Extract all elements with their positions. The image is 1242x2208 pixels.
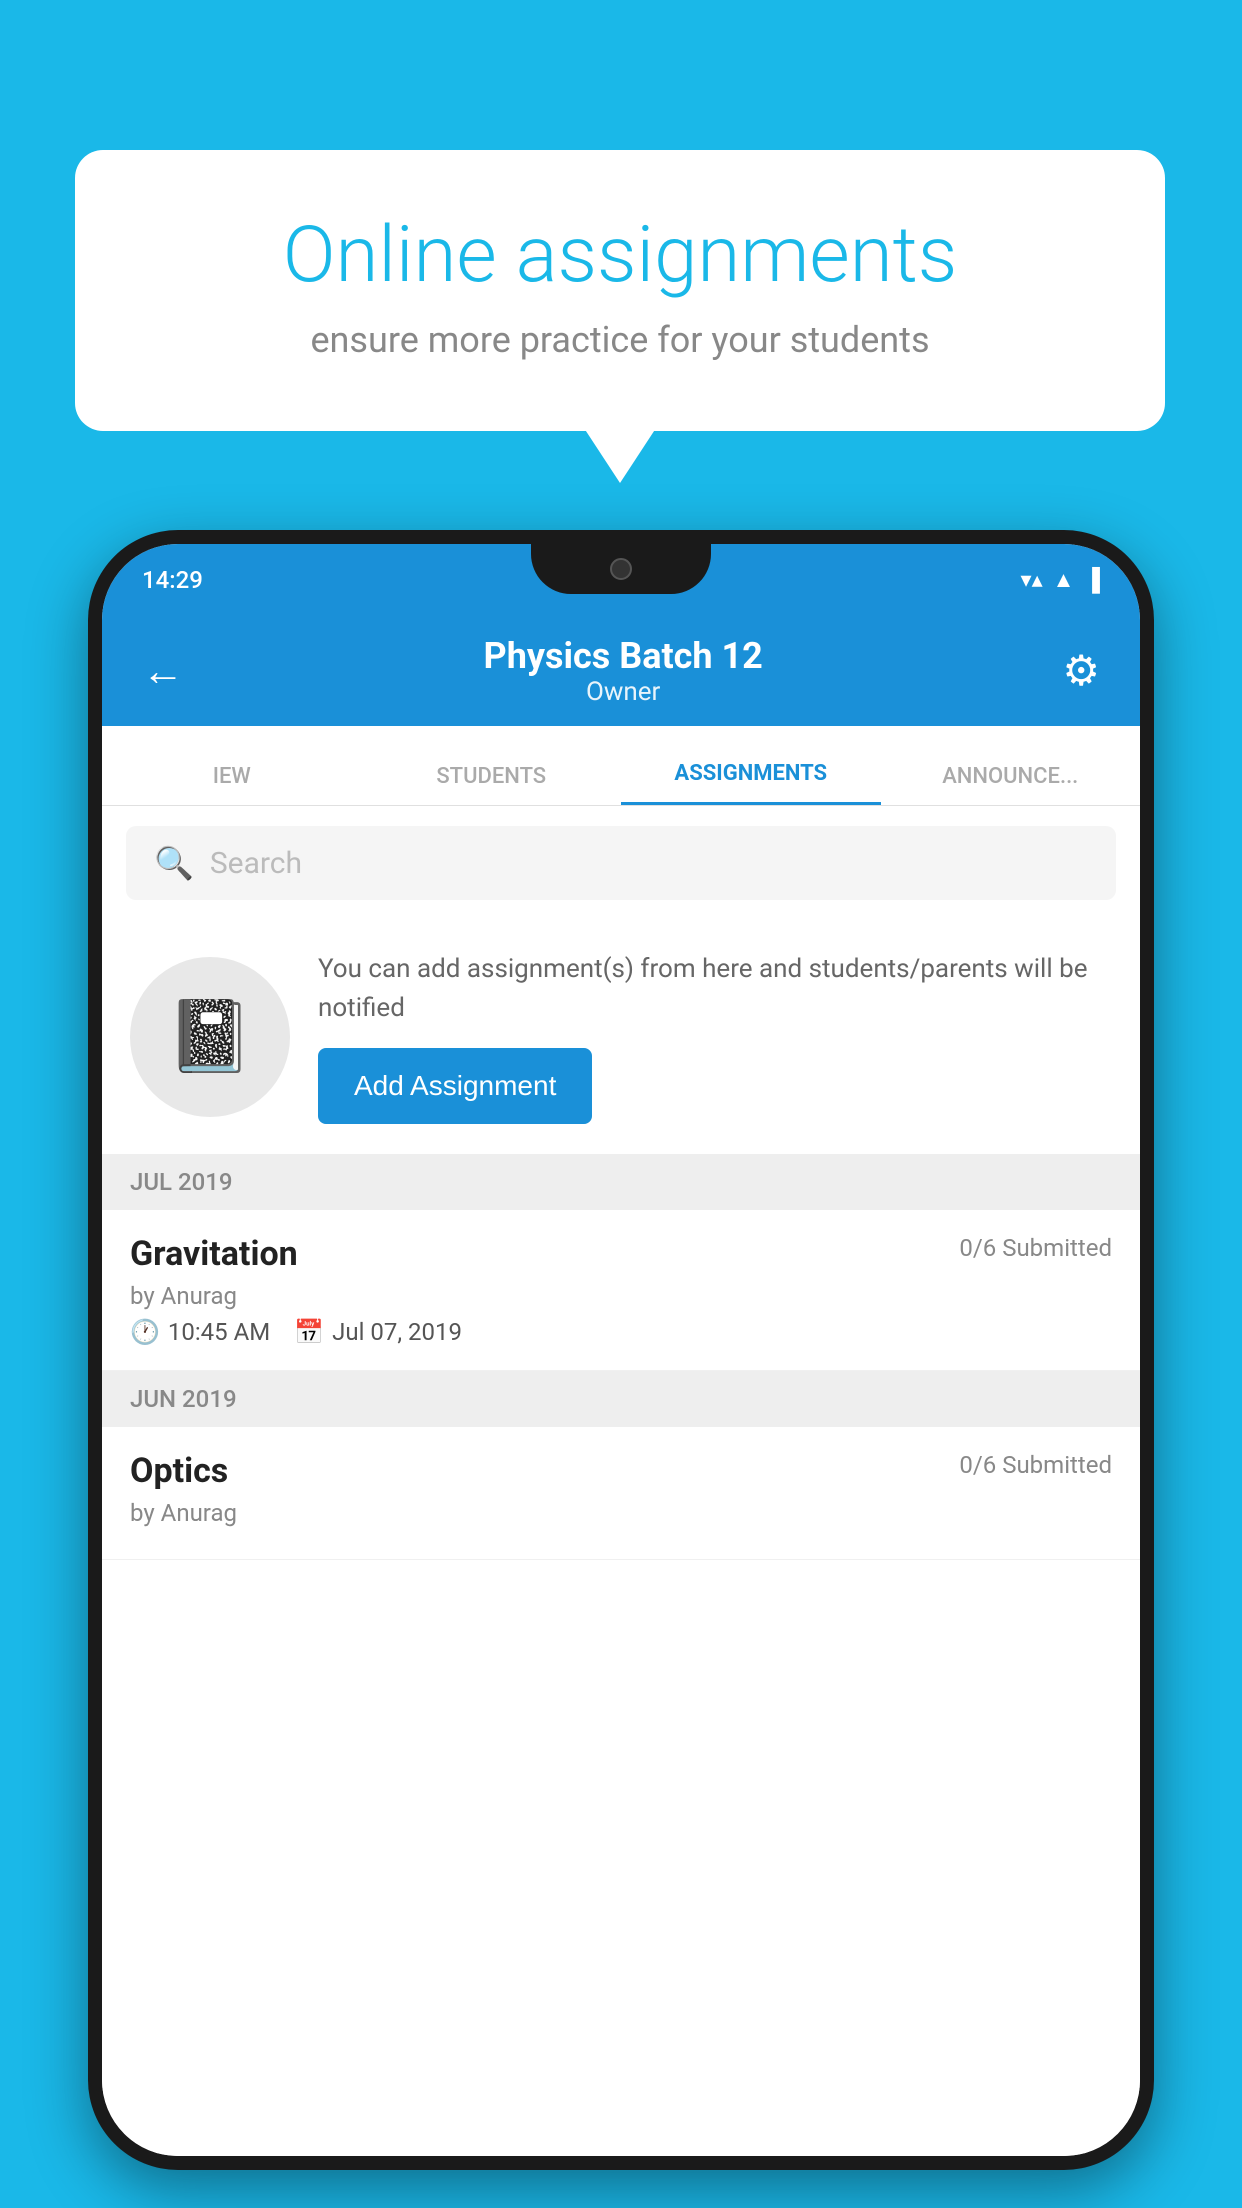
assignment-meta-gravitation: 🕐 10:45 AM 📅 Jul 07, 2019 [130, 1318, 1112, 1346]
assignment-name-gravitation: Gravitation [130, 1234, 298, 1274]
assignment-by-gravitation: by Anurag [130, 1282, 1112, 1310]
phone-notch [531, 544, 711, 594]
content-area: 🔍 Search 📓 You can add assignment(s) fro… [102, 806, 1140, 2156]
tab-announcements[interactable]: ANNOUNCE... [881, 764, 1141, 805]
back-button[interactable]: ← [142, 647, 184, 696]
app-header: ← Physics Batch 12 Owner ⚙ [102, 616, 1140, 726]
section-jul-2019: JUL 2019 [102, 1154, 1140, 1210]
header-title: Physics Batch 12 [484, 635, 763, 677]
assignment-optics[interactable]: Optics 0/6 Submitted by Anurag [102, 1427, 1140, 1560]
status-bar: 14:29 ▾▴ ▲ ▐ [102, 544, 1140, 616]
header-title-block: Physics Batch 12 Owner [484, 635, 763, 707]
clock-icon: 🕐 [130, 1318, 160, 1346]
assignment-date-gravitation: 📅 Jul 07, 2019 [294, 1318, 462, 1346]
phone-camera [610, 558, 632, 580]
notebook-icon: 📓 [166, 996, 253, 1078]
assignment-date-text: Jul 07, 2019 [332, 1318, 462, 1346]
signal-icon: ▲ [1053, 567, 1075, 593]
status-time: 14:29 [142, 566, 203, 594]
assignment-submitted-optics: 0/6 Submitted [959, 1451, 1112, 1479]
calendar-icon: 📅 [294, 1318, 324, 1346]
assignment-gravitation[interactable]: Gravitation 0/6 Submitted by Anurag 🕐 10… [102, 1210, 1140, 1371]
wifi-icon: ▾▴ [1021, 568, 1043, 593]
search-placeholder: Search [210, 846, 302, 881]
tab-students[interactable]: STUDENTS [362, 764, 622, 805]
speech-bubble-container: Online assignments ensure more practice … [75, 150, 1165, 431]
search-bar[interactable]: 🔍 Search [126, 826, 1116, 900]
status-icons: ▾▴ ▲ ▐ [1021, 567, 1100, 593]
assignment-time-gravitation: 🕐 10:45 AM [130, 1318, 270, 1346]
speech-bubble-subtitle: ensure more practice for your students [155, 319, 1085, 361]
phone-screen: 14:29 ▾▴ ▲ ▐ ← Physics Batch 12 Owner ⚙ … [102, 544, 1140, 2156]
section-jun-2019: JUN 2019 [102, 1371, 1140, 1427]
assignment-top-row-optics: Optics 0/6 Submitted [130, 1451, 1112, 1491]
settings-button[interactable]: ⚙ [1062, 646, 1100, 696]
assignment-name-optics: Optics [130, 1451, 228, 1491]
add-assignment-button[interactable]: Add Assignment [318, 1048, 592, 1124]
assignment-submitted-gravitation: 0/6 Submitted [959, 1234, 1112, 1262]
assignment-top-row: Gravitation 0/6 Submitted [130, 1234, 1112, 1274]
promo-content: You can add assignment(s) from here and … [318, 950, 1112, 1124]
tab-overview[interactable]: IEW [102, 764, 362, 805]
search-icon: 🔍 [154, 844, 194, 882]
tabs-bar: IEW STUDENTS ASSIGNMENTS ANNOUNCE... [102, 726, 1140, 806]
phone-mockup: 14:29 ▾▴ ▲ ▐ ← Physics Batch 12 Owner ⚙ … [88, 530, 1154, 2170]
assignment-by-optics: by Anurag [130, 1499, 1112, 1527]
promo-block: 📓 You can add assignment(s) from here an… [102, 920, 1140, 1154]
battery-icon: ▐ [1084, 567, 1100, 593]
promo-description: You can add assignment(s) from here and … [318, 950, 1112, 1028]
assignment-time-text: 10:45 AM [168, 1318, 270, 1346]
header-subtitle: Owner [484, 677, 763, 707]
tab-assignments[interactable]: ASSIGNMENTS [621, 761, 881, 805]
speech-bubble-title: Online assignments [155, 210, 1085, 301]
speech-bubble: Online assignments ensure more practice … [75, 150, 1165, 431]
promo-icon-circle: 📓 [130, 957, 290, 1117]
